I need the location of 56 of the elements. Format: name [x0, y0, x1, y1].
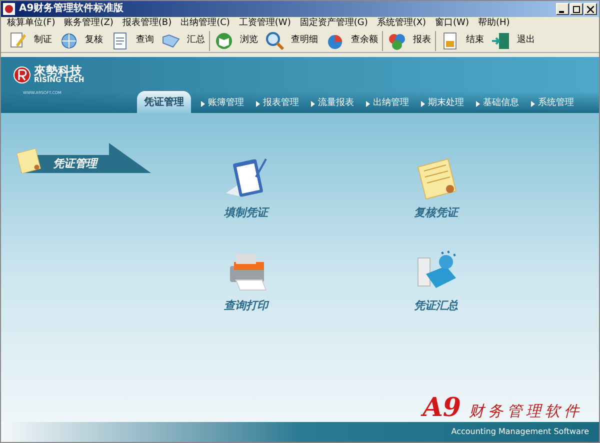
function-item[interactable]: 填制凭证 — [196, 155, 296, 222]
function-item[interactable]: 复核凭证 — [386, 155, 486, 222]
app-icon — [3, 3, 15, 15]
toolbar-button[interactable]: 查余额 — [324, 30, 379, 50]
nav-tab[interactable]: 报表管理 — [252, 95, 307, 113]
menu-item[interactable]: 工资管理(W) — [238, 18, 291, 28]
toolbar-button[interactable]: 查明细 — [264, 30, 319, 50]
logo-icon — [13, 66, 31, 84]
minimize-button[interactable] — [556, 3, 569, 15]
nav-tab[interactable]: 账簿管理 — [197, 95, 252, 113]
nav-tab[interactable]: 出纳管理 — [362, 95, 417, 113]
triangle-icon — [256, 101, 260, 107]
toolbar-button[interactable]: 查询 — [109, 30, 155, 50]
menu-item[interactable]: 账务管理(Z) — [64, 18, 114, 28]
maximize-icon — [573, 6, 580, 12]
brand-name: 來勢科技 — [34, 65, 82, 77]
triangle-icon — [421, 101, 425, 107]
maximize-button[interactable] — [570, 3, 583, 15]
menu-item[interactable]: 出纳管理(C) — [180, 18, 230, 28]
menu-item[interactable]: 固定资产管理(G) — [300, 18, 368, 28]
triangle-icon — [311, 101, 315, 107]
toolbar-button[interactable]: 复核 — [58, 30, 104, 50]
nav-tab[interactable]: 基础信息 — [472, 95, 527, 113]
magnifier-icon — [265, 30, 285, 50]
function-item[interactable]: 凭证汇总 — [386, 248, 486, 314]
menu-item[interactable]: 系统管理(X) — [376, 18, 426, 28]
menu-item[interactable]: 窗口(W) — [435, 18, 469, 28]
nav-tab[interactable]: 凭证管理 — [137, 91, 191, 113]
footer-product-name: 财务管理软件 — [469, 404, 583, 419]
toolbar-button[interactable]: 退出 — [490, 30, 536, 50]
window-title: A9财务管理软件标准版 — [19, 4, 124, 14]
book-icon — [214, 30, 234, 50]
nav-tab[interactable]: 流量报表 — [307, 95, 362, 113]
menu-item[interactable]: 核算单位(F) — [7, 18, 56, 28]
toolbar-button[interactable]: 结束 — [439, 30, 485, 50]
toolbar-button[interactable]: 制证 — [7, 30, 53, 50]
menu-item[interactable]: 帮助(H) — [478, 18, 510, 28]
close-button[interactable] — [584, 3, 597, 15]
triangle-icon — [531, 101, 535, 107]
pen-icon — [8, 30, 28, 50]
door-icon — [491, 30, 511, 50]
close-icon — [587, 6, 594, 12]
toolbar-button[interactable]: 浏览 — [213, 30, 259, 50]
section-title: 凭证管理 — [53, 156, 97, 172]
toolbar-button[interactable]: 汇总 — [160, 30, 206, 50]
menu-item[interactable]: 报表管理(B) — [122, 18, 172, 28]
triangle-icon — [201, 101, 205, 107]
footer-logo: A9 — [422, 395, 461, 421]
nav-tab[interactable]: 期末处理 — [417, 95, 472, 113]
triangle-icon — [476, 101, 480, 107]
triangle-icon — [366, 101, 370, 107]
globe-icon — [59, 30, 79, 50]
nav-tab[interactable]: 系统管理 — [527, 95, 582, 113]
footer-english: Accounting Management Software — [451, 426, 589, 438]
toolbar-button[interactable]: 报表 — [386, 30, 432, 50]
function-item[interactable]: 查询打印 — [196, 248, 296, 314]
